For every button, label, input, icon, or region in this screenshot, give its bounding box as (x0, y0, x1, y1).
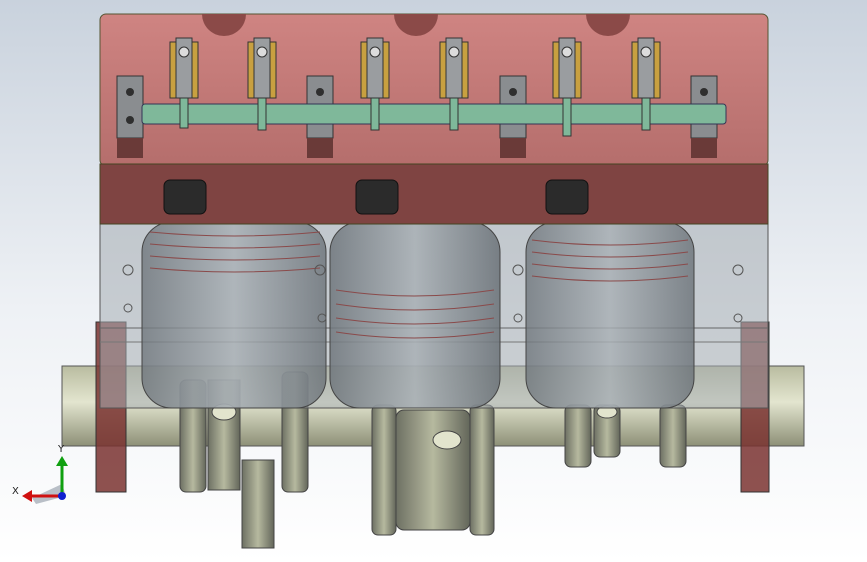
connecting-rod-1-lower[interactable] (241, 459, 275, 549)
exhaust-port-2[interactable] (355, 179, 399, 215)
y-axis-label: Y (57, 444, 65, 455)
axis-triad: X Y (12, 444, 68, 504)
cylinder-2[interactable] (329, 221, 501, 409)
y-axis-arrow-icon (56, 456, 68, 466)
rocker-support-1[interactable] (116, 75, 144, 139)
crank-web-3[interactable] (371, 404, 397, 536)
crank-web-4[interactable] (469, 404, 495, 536)
big-end-2[interactable] (432, 430, 462, 450)
engine-block[interactable] (99, 221, 769, 409)
engine-model[interactable] (0, 0, 867, 562)
connecting-rod-2[interactable] (395, 409, 471, 531)
x-axis-arrow-icon (22, 490, 32, 502)
exhaust-port-1[interactable] (163, 179, 207, 215)
crank-web-6[interactable] (659, 404, 687, 468)
exhaust-port-3[interactable] (545, 179, 589, 215)
origin-icon (58, 492, 66, 500)
cylinder-3[interactable] (525, 221, 695, 409)
cylinder-head[interactable] (99, 13, 769, 225)
x-axis-label: X (12, 486, 19, 497)
crank-web-5[interactable] (564, 404, 592, 468)
cad-viewport[interactable]: X Y (0, 0, 867, 562)
cylinder-1[interactable] (141, 221, 327, 409)
rocker-shaft[interactable] (141, 103, 727, 125)
